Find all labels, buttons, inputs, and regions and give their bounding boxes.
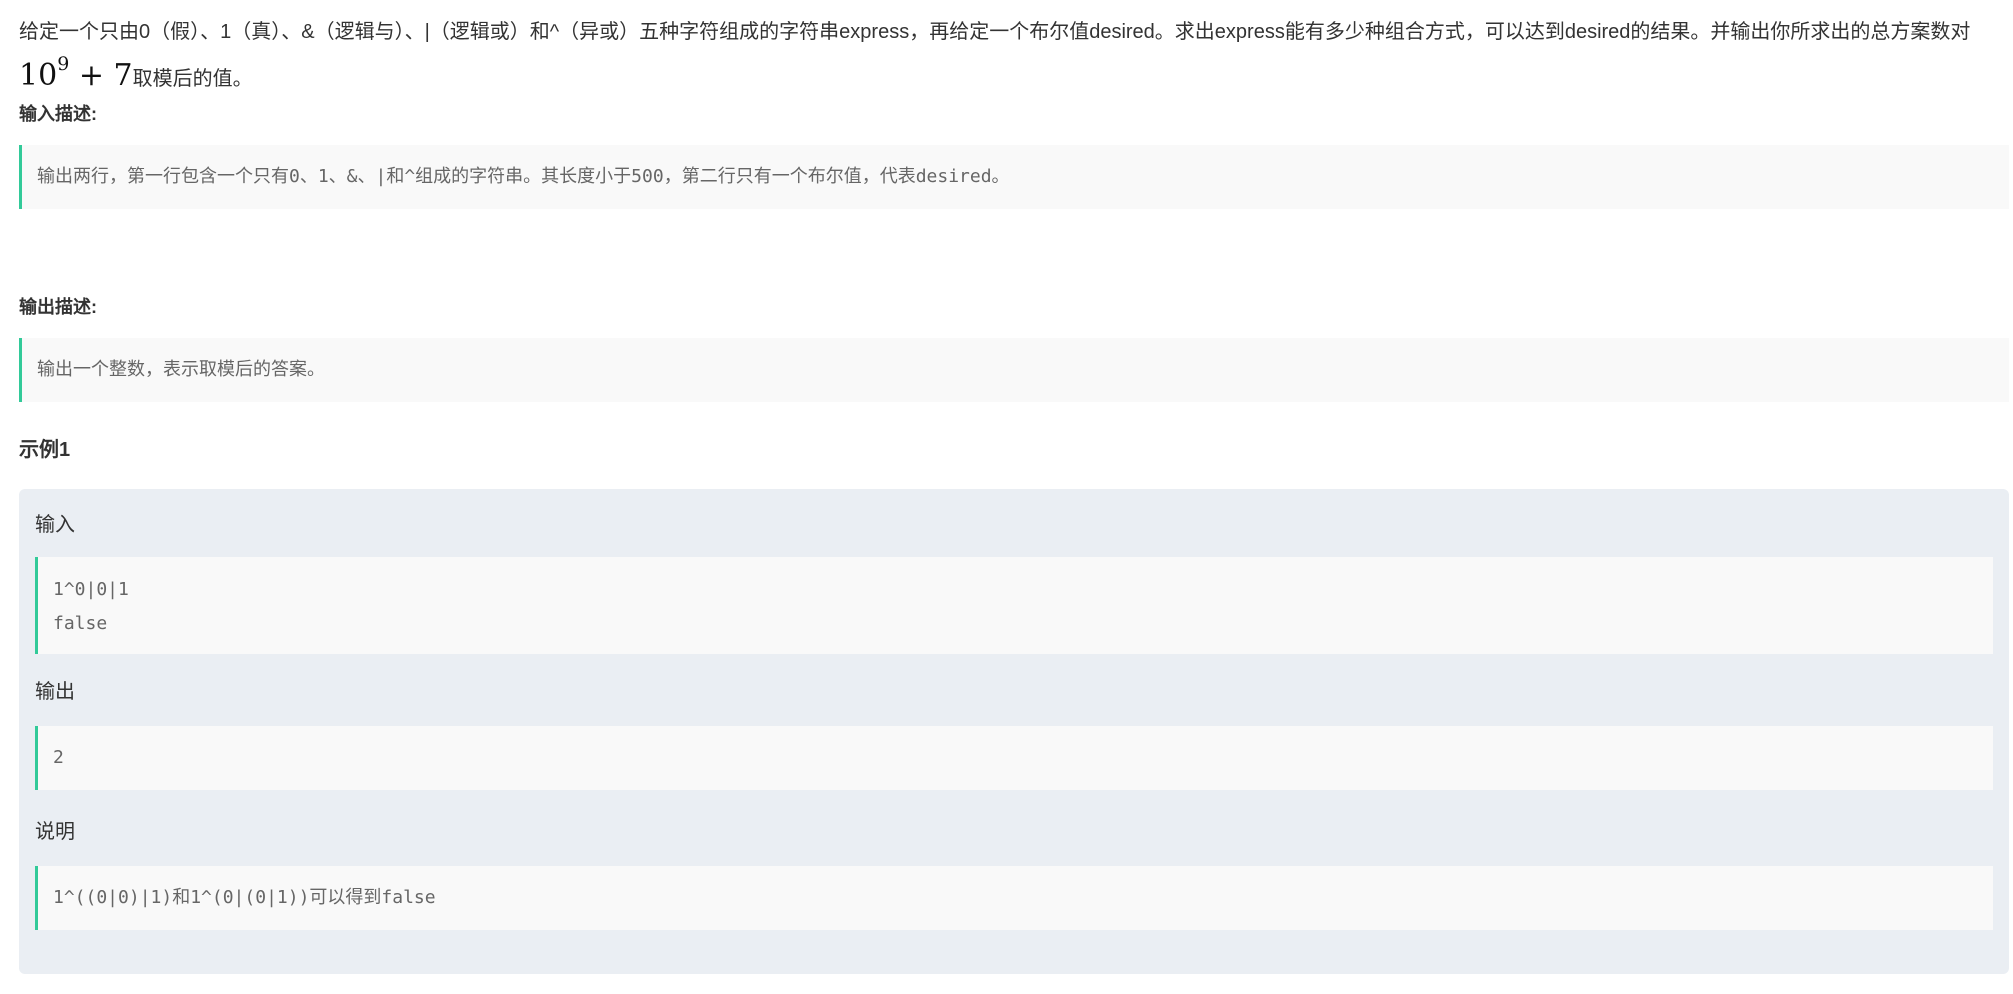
input-description-block: 输出两行，第一行包含一个只有0、1、&、|和^组成的字符串。其长度小于500，第… xyxy=(19,145,2009,209)
math-base: 10 xyxy=(19,58,58,93)
example-explain-label: 说明 xyxy=(35,821,75,843)
input-description-text: 输出两行，第一行包含一个只有0、1、&、|和^组成的字符串。其长度小于500，第… xyxy=(37,166,1010,187)
output-description-text: 输出一个整数，表示取模后的答案。 xyxy=(37,359,325,380)
example-output-label: 输出 xyxy=(35,681,75,703)
example-box: 输入 1^0|0|1 false 输出 2 说明 1^((0|0)|1)和1^(… xyxy=(19,489,2009,974)
input-description-title: 输入描述: xyxy=(19,104,97,124)
output-description-block: 输出一个整数，表示取模后的答案。 xyxy=(19,338,2009,402)
example-output-block: 2 xyxy=(35,726,1993,790)
example-title: 示例1 xyxy=(19,439,71,461)
math-exponent: 9 xyxy=(57,53,70,75)
example-input-label: 输入 xyxy=(35,514,75,536)
math-tail: + 7 xyxy=(69,58,133,93)
example-output-value: 2 xyxy=(53,747,64,768)
output-description-title: 输出描述: xyxy=(19,297,97,317)
example-explain-text: 1^((0|0)|1)和1^(0|(0|1))可以得到false xyxy=(53,887,436,908)
description-text-part2: 取模后的值。 xyxy=(132,68,253,90)
example-input-line-2: false xyxy=(53,613,108,634)
problem-description: 给定一个只由0（假）、1（真）、&（逻辑与）、|（逻辑或）和^（异或）五种字符组… xyxy=(19,14,2009,97)
example-input-block: 1^0|0|1 false xyxy=(35,557,1993,654)
description-text-part1: 给定一个只由0（假）、1（真）、&（逻辑与）、|（逻辑或）和^（异或）五种字符组… xyxy=(19,21,1971,43)
example-input-line-1: 1^0|0|1 xyxy=(53,579,129,600)
example-explain-block: 1^((0|0)|1)和1^(0|(0|1))可以得到false xyxy=(35,866,1993,930)
math-formula: 109 + 7 xyxy=(19,53,133,93)
